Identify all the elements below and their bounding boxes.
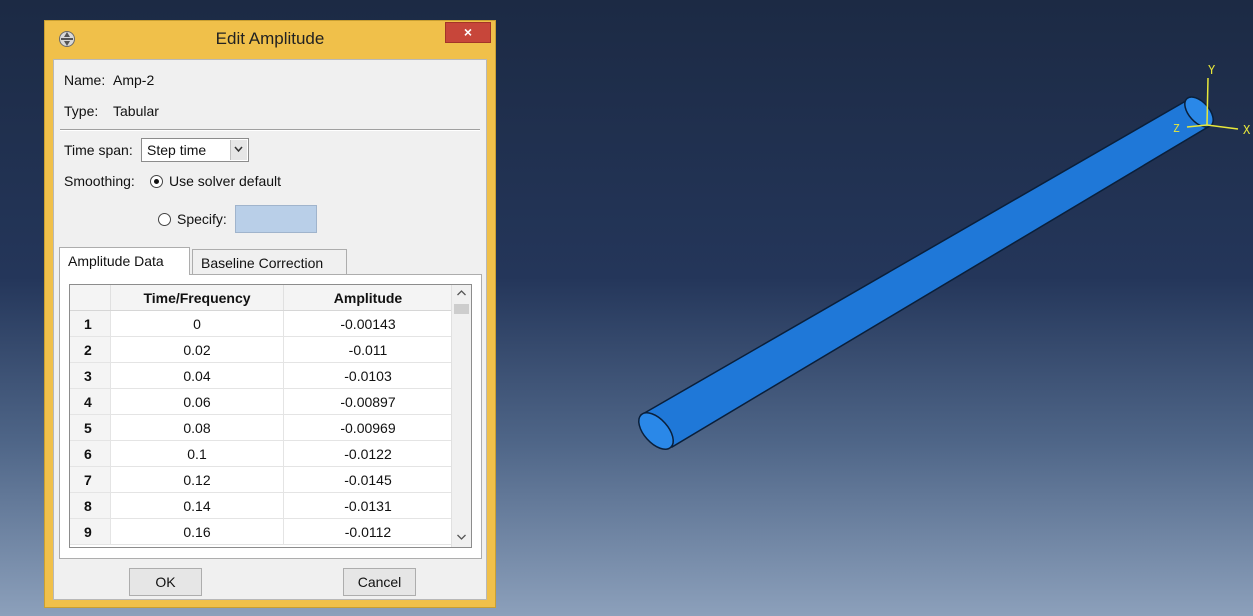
amplitude-data-panel: Time/Frequency Amplitude 1 0 -0.00143 2 0.02… <box>59 274 482 559</box>
solver-default-label[interactable]: Use solver default <box>169 173 281 189</box>
axis-label-x: X <box>1243 123 1251 137</box>
amplitude-cell[interactable]: -0.0122 <box>283 440 453 467</box>
axis-label-z: Z <box>1173 122 1180 135</box>
name-value: Amp-2 <box>113 72 155 88</box>
time-span-label: Time span: <box>64 142 133 158</box>
scroll-thumb[interactable] <box>454 304 469 314</box>
time-cell[interactable]: 0.04 <box>110 362 284 389</box>
row-header[interactable]: 7 <box>70 466 111 493</box>
time-cell[interactable]: 0.1 <box>110 440 284 467</box>
dialog-title: Edit Amplitude <box>215 29 325 48</box>
corner-header <box>70 285 111 311</box>
specify-label[interactable]: Specify: <box>177 211 227 227</box>
time-cell[interactable]: 0.06 <box>110 388 284 415</box>
amplitude-cell[interactable]: -0.00143 <box>283 310 453 337</box>
amplitude-cell[interactable]: -0.00969 <box>283 414 453 441</box>
divider <box>60 129 480 131</box>
row-header[interactable]: 5 <box>70 414 111 441</box>
table-row[interactable]: 9 0.16 -0.0112 <box>70 518 453 545</box>
dialog-body: Name: Amp-2 Type: Tabular Time span: Ste… <box>53 59 487 600</box>
radio-selected-dot <box>154 179 159 184</box>
time-span-select[interactable]: Step time <box>141 138 249 162</box>
amplitude-cell[interactable]: -0.0103 <box>283 362 453 389</box>
amplitude-cell[interactable]: -0.011 <box>283 336 453 363</box>
table-row[interactable]: 5 0.08 -0.00969 <box>70 414 453 441</box>
row-header[interactable]: 8 <box>70 492 111 519</box>
amplitude-table[interactable]: Time/Frequency Amplitude 1 0 -0.00143 2 0.02… <box>69 284 472 548</box>
row-header[interactable]: 1 <box>70 310 111 337</box>
row-header[interactable]: 2 <box>70 336 111 363</box>
solver-default-radio[interactable] <box>150 175 163 188</box>
time-cell[interactable]: 0.08 <box>110 414 284 441</box>
edit-amplitude-dialog: Edit Amplitude × Name: Amp-2 Type: Tabul… <box>44 20 496 608</box>
table-row[interactable]: 3 0.04 -0.0103 <box>70 362 453 389</box>
table-row[interactable]: 1 0 -0.00143 <box>70 310 453 337</box>
row-header[interactable]: 3 <box>70 362 111 389</box>
amplitude-cell[interactable]: -0.0145 <box>283 466 453 493</box>
dialog-titlebar[interactable]: Edit Amplitude × <box>45 21 495 59</box>
row-header[interactable]: 9 <box>70 518 111 545</box>
smoothing-label: Smoothing: <box>64 173 135 189</box>
pipe-model <box>638 96 1214 450</box>
table-scrollbar[interactable] <box>451 285 471 547</box>
row-header[interactable]: 6 <box>70 440 111 467</box>
chevron-down-icon[interactable] <box>230 140 247 160</box>
name-label: Name: <box>64 72 106 88</box>
time-cell[interactable]: 0.16 <box>110 518 284 545</box>
column-header-amplitude[interactable]: Amplitude <box>283 285 453 311</box>
scroll-up-icon[interactable] <box>452 285 471 303</box>
specify-input[interactable] <box>235 205 317 233</box>
time-cell[interactable]: 0 <box>110 310 284 337</box>
table-header-row: Time/Frequency Amplitude <box>70 285 453 311</box>
type-value: Tabular <box>113 103 159 119</box>
scroll-down-icon[interactable] <box>452 529 471 547</box>
specify-radio[interactable] <box>158 213 171 226</box>
table-row[interactable]: 6 0.1 -0.0122 <box>70 440 453 467</box>
row-header[interactable]: 4 <box>70 388 111 415</box>
table-row[interactable]: 7 0.12 -0.0145 <box>70 466 453 493</box>
time-span-value: Step time <box>147 142 207 158</box>
close-button[interactable]: × <box>445 22 491 43</box>
cancel-button[interactable]: Cancel <box>343 568 416 596</box>
ok-button[interactable]: OK <box>129 568 202 596</box>
column-header-time[interactable]: Time/Frequency <box>110 285 284 311</box>
amplitude-cell[interactable]: -0.0131 <box>283 492 453 519</box>
table-row[interactable]: 2 0.02 -0.011 <box>70 336 453 363</box>
axis-label-y: Y <box>1208 63 1216 77</box>
amplitude-cell[interactable]: -0.0112 <box>283 518 453 545</box>
pipe-body <box>639 96 1210 448</box>
tab-baseline-correction[interactable]: Baseline Correction <box>192 249 347 275</box>
tab-amplitude-data[interactable]: Amplitude Data <box>59 247 190 275</box>
table-row[interactable]: 4 0.06 -0.00897 <box>70 388 453 415</box>
time-cell[interactable]: 0.14 <box>110 492 284 519</box>
table-row[interactable]: 8 0.14 -0.0131 <box>70 492 453 519</box>
time-cell[interactable]: 0.12 <box>110 466 284 493</box>
type-label: Type: <box>64 103 99 119</box>
time-cell[interactable]: 0.02 <box>110 336 284 363</box>
amplitude-cell[interactable]: -0.00897 <box>283 388 453 415</box>
